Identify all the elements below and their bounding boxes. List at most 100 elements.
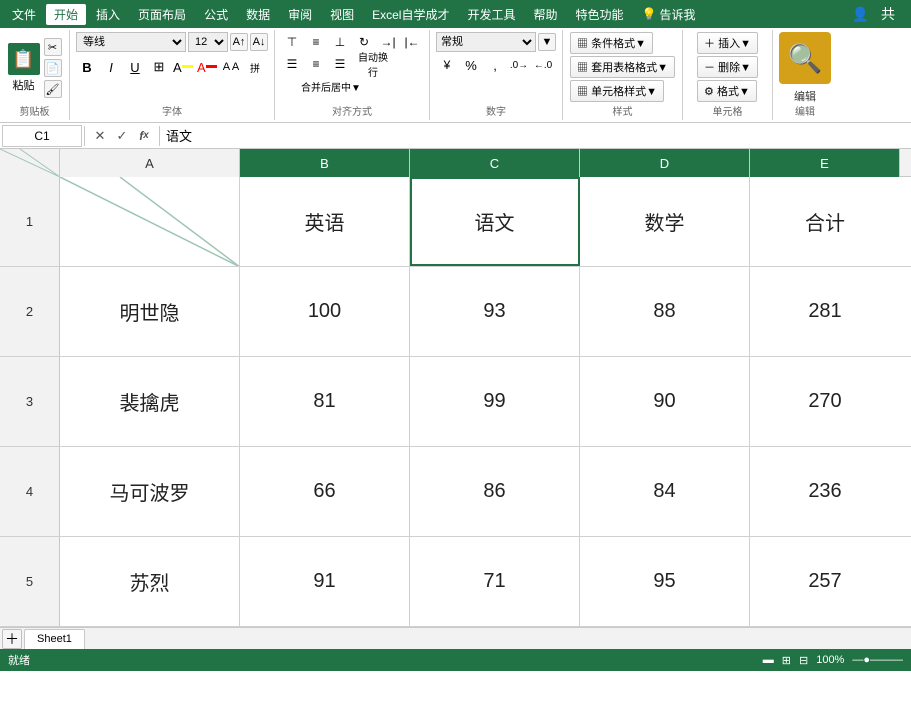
cell-b5[interactable]: 91 bbox=[240, 537, 410, 626]
cell-e1[interactable]: 合计 bbox=[750, 177, 900, 266]
font-size-select[interactable]: 12 bbox=[188, 32, 228, 52]
menu-file[interactable]: 文件 bbox=[4, 4, 44, 25]
row-header-1[interactable]: 1 bbox=[0, 177, 60, 266]
col-header-c[interactable]: C bbox=[410, 149, 580, 177]
paste-button[interactable]: 📋 粘贴 bbox=[8, 43, 40, 93]
cell-b3[interactable]: 81 bbox=[240, 357, 410, 446]
align-center-button[interactable]: ≡ bbox=[305, 54, 327, 74]
wrap-text-button[interactable]: 自动换行 bbox=[353, 54, 393, 74]
menu-data[interactable]: 数据 bbox=[238, 4, 278, 25]
table-style-button[interactable]: ▦ 套用表格格式▼ bbox=[570, 56, 675, 78]
italic-button[interactable]: I bbox=[100, 56, 122, 78]
percent-button[interactable]: % bbox=[460, 54, 482, 76]
insert-cells-button[interactable]: ＋ 插入▼ bbox=[697, 32, 758, 54]
currency-button[interactable]: ¥ bbox=[436, 54, 458, 76]
menu-view[interactable]: 视图 bbox=[322, 4, 362, 25]
formula-input[interactable] bbox=[162, 125, 909, 147]
cell-d2[interactable]: 88 bbox=[580, 267, 750, 356]
col-header-d[interactable]: D bbox=[580, 149, 750, 177]
col-header-a[interactable]: A bbox=[60, 149, 240, 177]
copy-button[interactable]: 📄 bbox=[44, 59, 62, 77]
page-layout-icon[interactable]: ⊞ bbox=[782, 654, 791, 667]
format-cells-button[interactable]: ⚙ 格式▼ bbox=[697, 80, 757, 102]
menu-excel-learn[interactable]: Excel自学成才 bbox=[364, 4, 457, 25]
thousand-separator-button[interactable]: , bbox=[484, 54, 506, 76]
cancel-formula-button[interactable]: ✕ bbox=[91, 127, 109, 145]
indent-decrease-button[interactable]: |← bbox=[401, 32, 423, 52]
format-painter-button[interactable]: 🖌 bbox=[44, 80, 62, 98]
cell-c4[interactable]: 86 bbox=[410, 447, 580, 536]
decrease-decimal-button[interactable]: ←.0 bbox=[532, 54, 554, 76]
number-expand-button[interactable]: ▼ bbox=[538, 33, 556, 51]
cell-e3[interactable]: 270 bbox=[750, 357, 900, 446]
cell-d4[interactable]: 84 bbox=[580, 447, 750, 536]
bold-button[interactable]: B bbox=[76, 56, 98, 78]
cell-d5[interactable]: 95 bbox=[580, 537, 750, 626]
underline-button[interactable]: U bbox=[124, 56, 146, 78]
increase-font-button[interactable]: A↑ bbox=[230, 33, 248, 51]
cell-a3[interactable]: 裴擒虎 bbox=[60, 357, 240, 446]
cell-reference-box[interactable] bbox=[2, 125, 82, 147]
delete-cells-button[interactable]: － 删除▼ bbox=[697, 56, 758, 78]
align-middle-button[interactable]: ≡ bbox=[305, 32, 327, 52]
cell-a2[interactable]: 明世隐 bbox=[60, 267, 240, 356]
menu-page-layout[interactable]: 页面布局 bbox=[130, 4, 194, 25]
merge-center-button[interactable]: 合并后居中▼ bbox=[281, 76, 381, 96]
conditional-format-button[interactable]: ▦ 条件格式▼ bbox=[570, 32, 653, 54]
menu-insert[interactable]: 插入 bbox=[88, 4, 128, 25]
menu-help[interactable]: 帮助 bbox=[526, 4, 566, 25]
menu-developer[interactable]: 开发工具 bbox=[459, 4, 523, 25]
normal-view-icon[interactable]: ▬ bbox=[763, 654, 774, 666]
menu-formula[interactable]: 公式 bbox=[196, 4, 236, 25]
font-aa-button[interactable]: A A bbox=[220, 56, 242, 78]
row-header-4[interactable]: 4 bbox=[0, 447, 60, 536]
page-break-icon[interactable]: ⊟ bbox=[799, 654, 808, 667]
cell-c1[interactable]: 语文 bbox=[410, 177, 580, 266]
menu-special[interactable]: 特色功能 bbox=[568, 4, 632, 25]
row-header-3[interactable]: 3 bbox=[0, 357, 60, 446]
search-button[interactable]: 🔍 bbox=[779, 32, 831, 84]
cell-style-button[interactable]: ▦ 单元格样式▼ bbox=[570, 80, 664, 102]
menu-tell-me[interactable]: 💡 告诉我 bbox=[634, 4, 704, 25]
cell-e2[interactable]: 281 bbox=[750, 267, 900, 356]
cell-a5[interactable]: 苏烈 bbox=[60, 537, 240, 626]
cell-a4[interactable]: 马可波罗 bbox=[60, 447, 240, 536]
add-sheet-button[interactable]: ＋ bbox=[2, 629, 22, 649]
cell-d1[interactable]: 数学 bbox=[580, 177, 750, 266]
cell-a1[interactable] bbox=[60, 177, 240, 266]
align-right-button[interactable]: ☰ bbox=[329, 54, 351, 74]
decrease-font-button[interactable]: A↓ bbox=[250, 33, 268, 51]
number-format-select[interactable]: 常规 bbox=[436, 32, 536, 52]
cell-b4[interactable]: 66 bbox=[240, 447, 410, 536]
cell-c3[interactable]: 99 bbox=[410, 357, 580, 446]
insert-function-button[interactable]: fx bbox=[135, 127, 153, 145]
confirm-formula-button[interactable]: ✓ bbox=[113, 127, 131, 145]
cell-b2[interactable]: 100 bbox=[240, 267, 410, 356]
border-button[interactable]: ⊞ bbox=[148, 56, 170, 78]
share-icon[interactable]: 👤 bbox=[848, 4, 873, 25]
cell-e4[interactable]: 236 bbox=[750, 447, 900, 536]
cell-c5[interactable]: 71 bbox=[410, 537, 580, 626]
cut-button[interactable]: ✂ bbox=[44, 38, 62, 56]
row-header-2[interactable]: 2 bbox=[0, 267, 60, 356]
row-header-5[interactable]: 5 bbox=[0, 537, 60, 626]
align-top-button[interactable]: ⊤ bbox=[281, 32, 303, 52]
cell-b1[interactable]: 英语 bbox=[240, 177, 410, 266]
font-color-button[interactable]: A bbox=[196, 56, 218, 78]
font-name-select[interactable]: 等线 bbox=[76, 32, 186, 52]
cell-e5[interactable]: 257 bbox=[750, 537, 900, 626]
sheet-tab-1[interactable]: Sheet1 bbox=[24, 629, 85, 649]
zoom-slider[interactable]: —●——— bbox=[852, 654, 903, 666]
increase-decimal-button[interactable]: .0→ bbox=[508, 54, 530, 76]
fill-color-button[interactable]: A bbox=[172, 56, 194, 78]
col-header-e[interactable]: E bbox=[750, 149, 900, 177]
align-left-button[interactable]: ☰ bbox=[281, 54, 303, 74]
phonetic-button[interactable]: 拼 bbox=[244, 56, 266, 78]
align-bottom-button[interactable]: ⊥ bbox=[329, 32, 351, 52]
menu-review[interactable]: 审阅 bbox=[280, 4, 320, 25]
menu-home[interactable]: 开始 bbox=[46, 4, 86, 25]
col-header-b[interactable]: B bbox=[240, 149, 410, 177]
cell-d3[interactable]: 90 bbox=[580, 357, 750, 446]
share-label[interactable]: 共 bbox=[877, 2, 899, 26]
cell-c2[interactable]: 93 bbox=[410, 267, 580, 356]
